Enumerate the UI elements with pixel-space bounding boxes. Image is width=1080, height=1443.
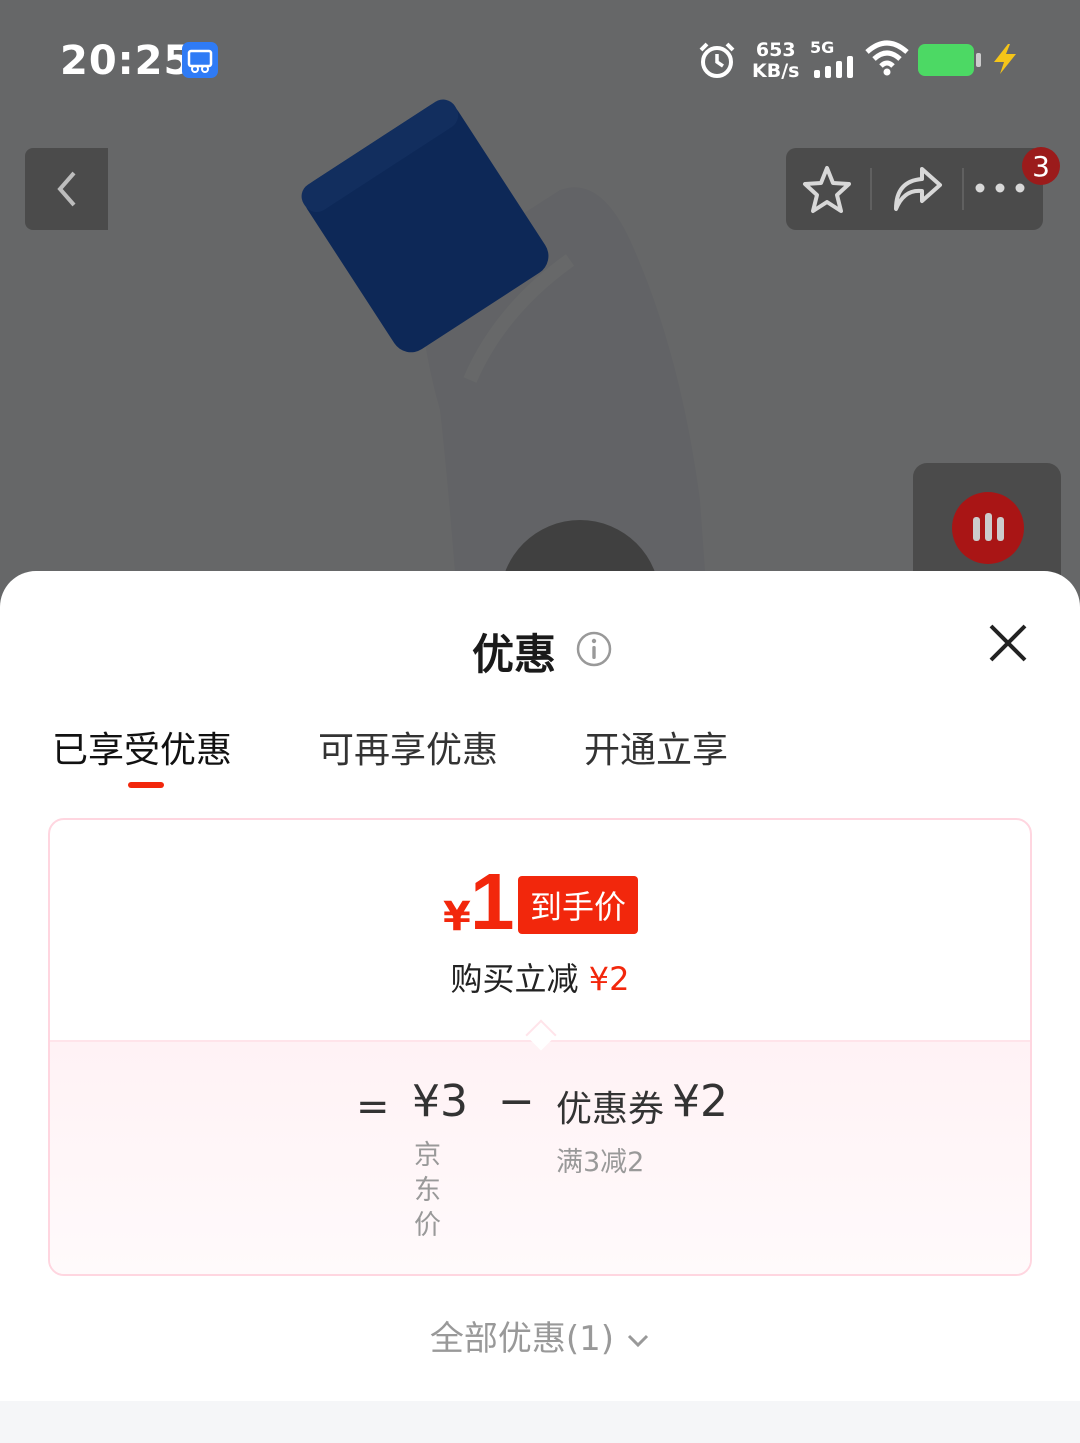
tab-activate[interactable]: 开通立享 (584, 721, 728, 773)
tab-enjoyed[interactable]: 已享受优惠 (52, 721, 232, 773)
status-time: 20:25 (60, 38, 193, 84)
reduction-amount: ¥2 (588, 960, 630, 998)
final-price-currency: ¥ (443, 894, 471, 940)
active-tab-indicator (128, 782, 164, 788)
discount-sheet: 优惠 已享受优惠 可再享优惠 开通立享 ¥ 1 到手价 购买立减 ¥2 = ¥3… (0, 571, 1080, 1443)
network-speed-value: 653 (755, 39, 796, 61)
wifi-icon (865, 40, 909, 76)
sheet-title: 优惠 (0, 621, 1080, 682)
network-speed-unit: KB/s (752, 60, 800, 82)
all-offers-toggle[interactable]: 全部优惠(1) (0, 1311, 1080, 1360)
more-icon[interactable] (972, 180, 1028, 196)
price-formula: = ¥3 京东价 − 优惠券 ¥2 满3减2 (50, 1042, 1030, 1274)
sheet-title-text: 优惠 (471, 630, 556, 679)
favorite-star-icon[interactable] (800, 163, 854, 217)
network-speed: 653 KB/s (752, 40, 799, 82)
battery-icon (918, 44, 981, 76)
chevron-left-icon (56, 171, 76, 207)
final-price-tag: 到手价 (518, 876, 639, 934)
top-action-group (786, 148, 1043, 230)
reduction-label: 购买立减 (450, 960, 579, 998)
equals-sign: = (356, 1084, 390, 1130)
coupon-label: 优惠券 (556, 1089, 665, 1130)
instant-reduction: 购买立减 ¥2 (50, 954, 1030, 1000)
all-offers-label: 全部优惠(1) (429, 1319, 615, 1359)
discount-card: ¥ 1 到手价 购买立减 ¥2 = ¥3 京东价 − 优惠券 ¥2 满3减2 (48, 818, 1032, 1276)
sheet-footer (0, 1401, 1080, 1443)
stats-icon (952, 492, 1024, 564)
network-type: 5G (810, 38, 835, 57)
info-icon[interactable] (576, 631, 612, 667)
minus-sign: − (498, 1076, 535, 1127)
back-button[interactable] (25, 148, 108, 230)
coupon-rule: 满3减2 (556, 1147, 645, 1178)
tab-more-offers[interactable]: 可再享优惠 (318, 721, 498, 773)
charging-icon (994, 44, 1016, 74)
chevron-down-icon (628, 1334, 649, 1347)
base-price: ¥3 (412, 1076, 468, 1127)
divider (870, 168, 872, 210)
share-icon[interactable] (890, 165, 944, 215)
price-breakdown: = ¥3 京东价 − 优惠券 ¥2 满3减2 (50, 1040, 1030, 1274)
final-price-amount: 1 (470, 857, 515, 946)
status-bar: 20:25 653 KB/s 5G (0, 0, 1080, 120)
divider (962, 168, 964, 210)
alarm-icon (699, 42, 735, 78)
final-price-row: ¥ 1 到手价 (50, 857, 1030, 946)
notification-badge: 3 (1022, 147, 1060, 185)
screen-cast-icon (182, 42, 218, 78)
close-icon[interactable] (988, 623, 1028, 663)
coupon-amount: ¥2 (672, 1076, 728, 1127)
base-price-label: 京东价 (414, 1140, 441, 1241)
tab-bar: 已享受优惠 可再享优惠 开通立享 (0, 721, 1080, 801)
signal-icon (814, 56, 853, 78)
